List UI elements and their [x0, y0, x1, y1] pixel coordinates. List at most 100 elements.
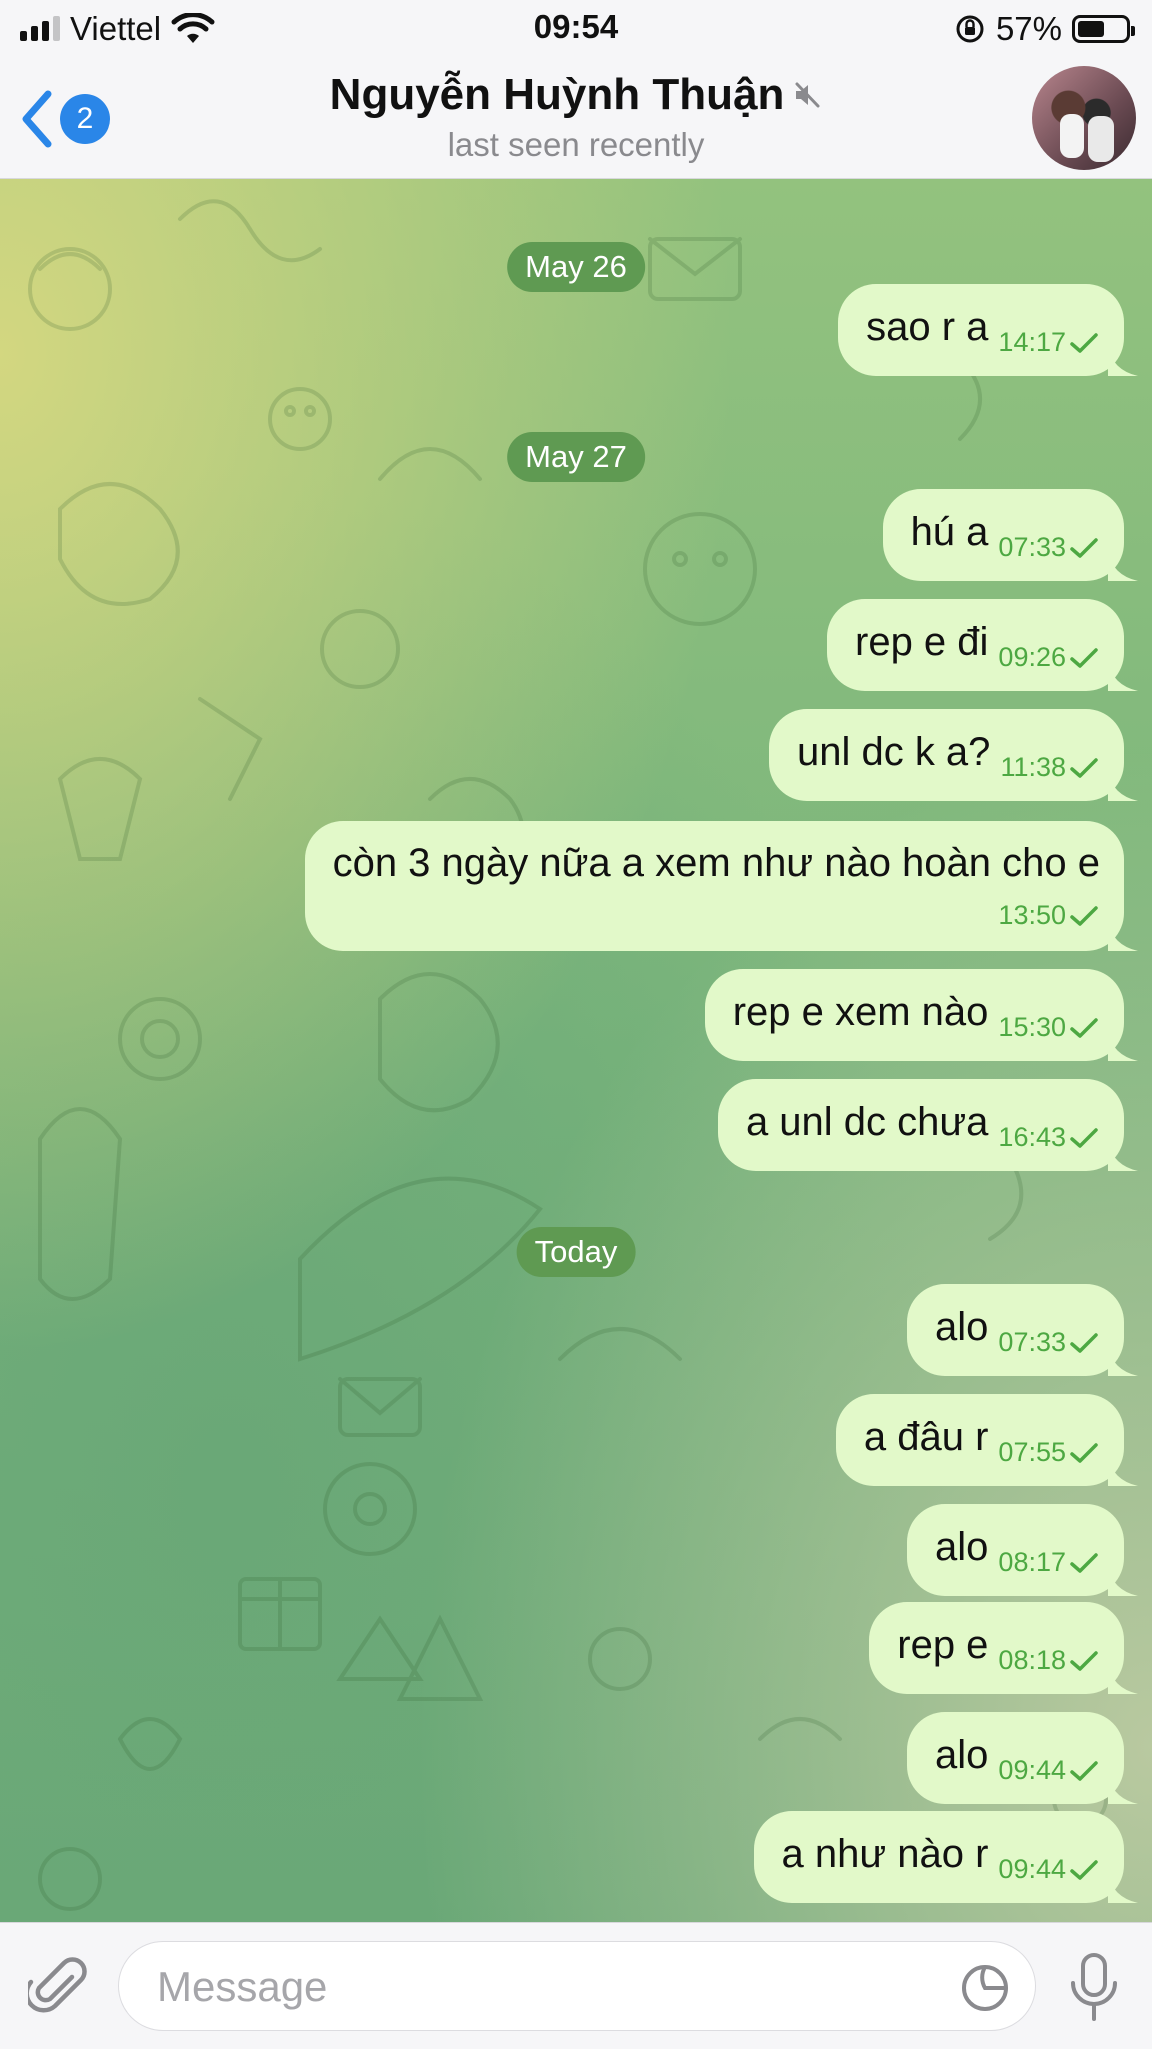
bubble-tail	[1108, 1456, 1138, 1486]
message-meta: 07:55	[998, 1437, 1100, 1468]
sent-check-icon	[1070, 1552, 1098, 1573]
bubble-tail	[1108, 1566, 1138, 1596]
sent-check-icon	[1070, 332, 1098, 353]
chevron-left-icon	[22, 90, 52, 148]
message-meta: 09:44	[998, 1854, 1100, 1885]
outgoing-message-bubble[interactable]: rep e xem nào 15:30	[704, 969, 1138, 1061]
bubble-tail	[1108, 1141, 1138, 1171]
outgoing-message-bubble[interactable]: a unl dc chưa 16:43	[717, 1079, 1138, 1171]
message-text: alo	[935, 1524, 989, 1569]
message-time: 15:30	[998, 1012, 1066, 1042]
message-time: 09:44	[998, 1854, 1066, 1884]
bubble-tail	[1108, 1774, 1138, 1804]
sent-check-icon	[1070, 537, 1098, 558]
bubble-tail	[1108, 921, 1138, 951]
battery-percent: 57%	[995, 10, 1062, 47]
message-time: 16:43	[998, 1122, 1066, 1152]
message-meta: 08:17	[998, 1547, 1100, 1578]
outgoing-message-bubble[interactable]: hú a 07:33	[882, 489, 1138, 581]
bubble-tail	[1108, 551, 1138, 581]
message-meta: 07:33	[998, 1327, 1100, 1358]
outgoing-message-bubble[interactable]: alo 07:33	[907, 1284, 1138, 1376]
outgoing-message-bubble[interactable]: rep e đi 09:26	[827, 599, 1138, 691]
avatar[interactable]	[1032, 66, 1136, 170]
outgoing-message-bubble[interactable]: rep e 08:18	[869, 1602, 1138, 1694]
message-text: rep e xem nào	[732, 989, 989, 1034]
bubble-tail	[1108, 1346, 1138, 1376]
outgoing-message-bubble[interactable]: unl dc k a? 11:38	[768, 709, 1138, 801]
outgoing-message-bubble[interactable]: alo 09:44	[907, 1712, 1138, 1804]
status-bar: Viettel 09:54 57%	[0, 0, 1152, 60]
back-button[interactable]: 2	[18, 88, 110, 150]
message-time: 07:33	[998, 532, 1066, 562]
microphone-icon[interactable]	[1066, 1951, 1122, 2023]
message-field[interactable]	[118, 1941, 1036, 2031]
message-time: 07:55	[998, 1437, 1066, 1467]
message-meta: 15:30	[998, 1012, 1100, 1043]
input-bar	[0, 1922, 1152, 2049]
message-time: 11:38	[1000, 752, 1066, 782]
message-text: alo	[935, 1732, 989, 1777]
bubble-tail	[1108, 346, 1138, 376]
outgoing-message-bubble[interactable]: alo 08:17	[907, 1504, 1138, 1596]
message-text: sao r a	[866, 304, 989, 349]
message-text: unl dc k a?	[796, 729, 991, 774]
message-meta: 09:26	[998, 642, 1100, 673]
sent-check-icon	[1070, 905, 1098, 926]
battery-icon	[1072, 15, 1135, 43]
message-time: 13:50	[998, 900, 1066, 930]
message-text: hú a	[910, 509, 989, 554]
date-separator: Today	[516, 1227, 636, 1277]
bubble-tail	[1108, 1873, 1138, 1903]
outgoing-message-bubble[interactable]: a đâu r 07:55	[835, 1394, 1138, 1486]
sent-check-icon	[1070, 1017, 1098, 1038]
bubble-tail	[1108, 1664, 1138, 1694]
sent-check-icon	[1070, 1127, 1098, 1148]
message-meta: 13:50	[998, 900, 1100, 931]
status-right: 57%	[954, 10, 1135, 48]
orientation-lock-icon	[956, 15, 984, 43]
message-time: 08:18	[998, 1645, 1066, 1675]
message-meta: 16:43	[998, 1122, 1100, 1153]
muted-speaker-icon	[795, 82, 820, 108]
chat-header: 2 Nguyễn Huỳnh Thuận last seen recently	[0, 60, 1152, 179]
date-separator: May 26	[507, 242, 645, 292]
message-text: rep e đi	[855, 619, 989, 664]
unread-badge: 2	[60, 94, 110, 144]
message-text: a đâu r	[863, 1414, 989, 1459]
message-meta: 08:18	[998, 1645, 1100, 1676]
message-time: 14:17	[998, 327, 1066, 357]
message-time: 09:44	[998, 1755, 1066, 1785]
sent-check-icon	[1070, 1650, 1098, 1671]
message-time: 07:33	[998, 1327, 1066, 1357]
message-input[interactable]	[155, 1960, 939, 2014]
message-meta: 14:17	[998, 327, 1100, 358]
message-list[interactable]: May 26 sao r a 14:17 May 27 hú a 07:33 rep e đ…	[0, 179, 1152, 1922]
message-meta: 07:33	[998, 532, 1100, 563]
sent-check-icon	[1070, 1760, 1098, 1781]
chat-title-area[interactable]: Nguyễn Huỳnh Thuận last seen recently	[200, 70, 952, 164]
sent-check-icon	[1070, 757, 1098, 778]
sent-check-icon	[1070, 647, 1098, 668]
message-text: a unl dc chưa	[745, 1099, 989, 1144]
bubble-tail	[1108, 661, 1138, 691]
bubble-tail	[1108, 771, 1138, 801]
message-text: alo	[935, 1304, 989, 1349]
message-text: a như nào r	[781, 1831, 989, 1876]
contact-title: Nguyễn Huỳnh Thuận	[330, 70, 823, 120]
outgoing-message-bubble[interactable]: sao r a 14:17	[838, 284, 1138, 376]
message-time: 09:26	[998, 642, 1066, 672]
contact-name: Nguyễn Huỳnh Thuận	[329, 70, 785, 119]
sent-check-icon	[1070, 1332, 1098, 1353]
outgoing-message-bubble[interactable]: còn 3 ngày nữa a xem như nào hoàn cho e 1…	[304, 821, 1138, 951]
bubble-tail	[1108, 1031, 1138, 1061]
sent-check-icon	[1070, 1859, 1098, 1880]
outgoing-message-bubble[interactable]: a như nào r 09:44	[753, 1811, 1138, 1903]
attach-icon[interactable]	[28, 1955, 88, 2019]
sticker-icon[interactable]	[959, 1962, 1011, 2014]
last-seen-status: last seen recently	[447, 126, 705, 163]
date-separator: May 27	[507, 432, 645, 482]
message-meta: 09:44	[998, 1755, 1100, 1786]
sent-check-icon	[1070, 1442, 1098, 1463]
message-time: 08:17	[998, 1547, 1066, 1577]
